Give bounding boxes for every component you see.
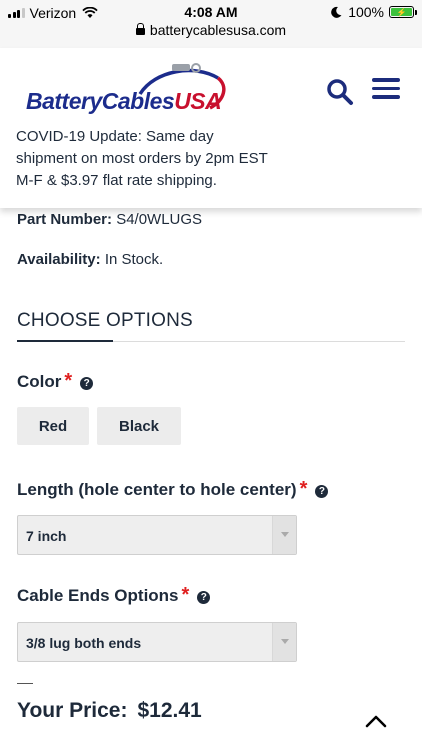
covid-notice: COVID-19 Update: Same day shipment on mo… <box>16 128 268 189</box>
color-black-button[interactable]: Black <box>97 407 181 445</box>
length-select[interactable]: 7 inch <box>17 515 297 555</box>
site-logo[interactable]: BatteryCablesUSA <box>20 60 230 120</box>
heading-divider <box>17 340 405 342</box>
battery-info: 100% ⚡ <box>331 4 417 20</box>
battery-percent: 100% <box>348 4 384 20</box>
color-red-button[interactable]: Red <box>17 407 89 445</box>
lock-icon <box>135 23 145 35</box>
help-icon[interactable]: ? <box>315 485 329 498</box>
color-label: Color *? <box>17 370 94 393</box>
moon-icon <box>331 6 342 18</box>
chevron-down-icon <box>272 623 296 661</box>
menu-button[interactable] <box>372 78 400 104</box>
status-bar: Verizon 4:08 AM 100% ⚡ batterycablesusa.… <box>0 0 422 48</box>
logo-text: BatteryCablesUSA <box>26 88 222 114</box>
search-button[interactable] <box>326 78 356 106</box>
cable-ends-label: Cable Ends Options *? <box>17 584 211 607</box>
battery-icon: ⚡ <box>389 6 417 18</box>
url-bar[interactable]: batterycablesusa.com <box>0 22 422 38</box>
hamburger-icon <box>372 78 400 99</box>
search-icon <box>327 79 353 105</box>
chevron-up-icon <box>365 715 387 728</box>
availability: Availability: In Stock. <box>17 251 164 268</box>
choose-options-heading: CHOOSE OPTIONS <box>17 310 193 331</box>
cable-ends-select[interactable]: 3/8 lug both ends <box>17 622 297 662</box>
length-label: Length (hole center to hole center) *? <box>17 478 329 501</box>
scroll-top-button[interactable] <box>365 714 387 728</box>
divider <box>17 683 33 684</box>
chevron-down-icon <box>272 516 296 554</box>
price-value: $12.41 <box>137 699 202 722</box>
help-icon[interactable]: ? <box>80 377 94 390</box>
price-display: Your Price: $12.41 <box>17 699 202 723</box>
price-label: Your Price: <box>17 699 128 722</box>
site-header: BatteryCablesUSA COVID-19 Update: Same d… <box>0 48 422 208</box>
part-number: Part Number: S4/0WLUGS <box>17 211 203 228</box>
help-icon[interactable]: ? <box>197 591 211 604</box>
url-text: batterycablesusa.com <box>149 22 287 38</box>
